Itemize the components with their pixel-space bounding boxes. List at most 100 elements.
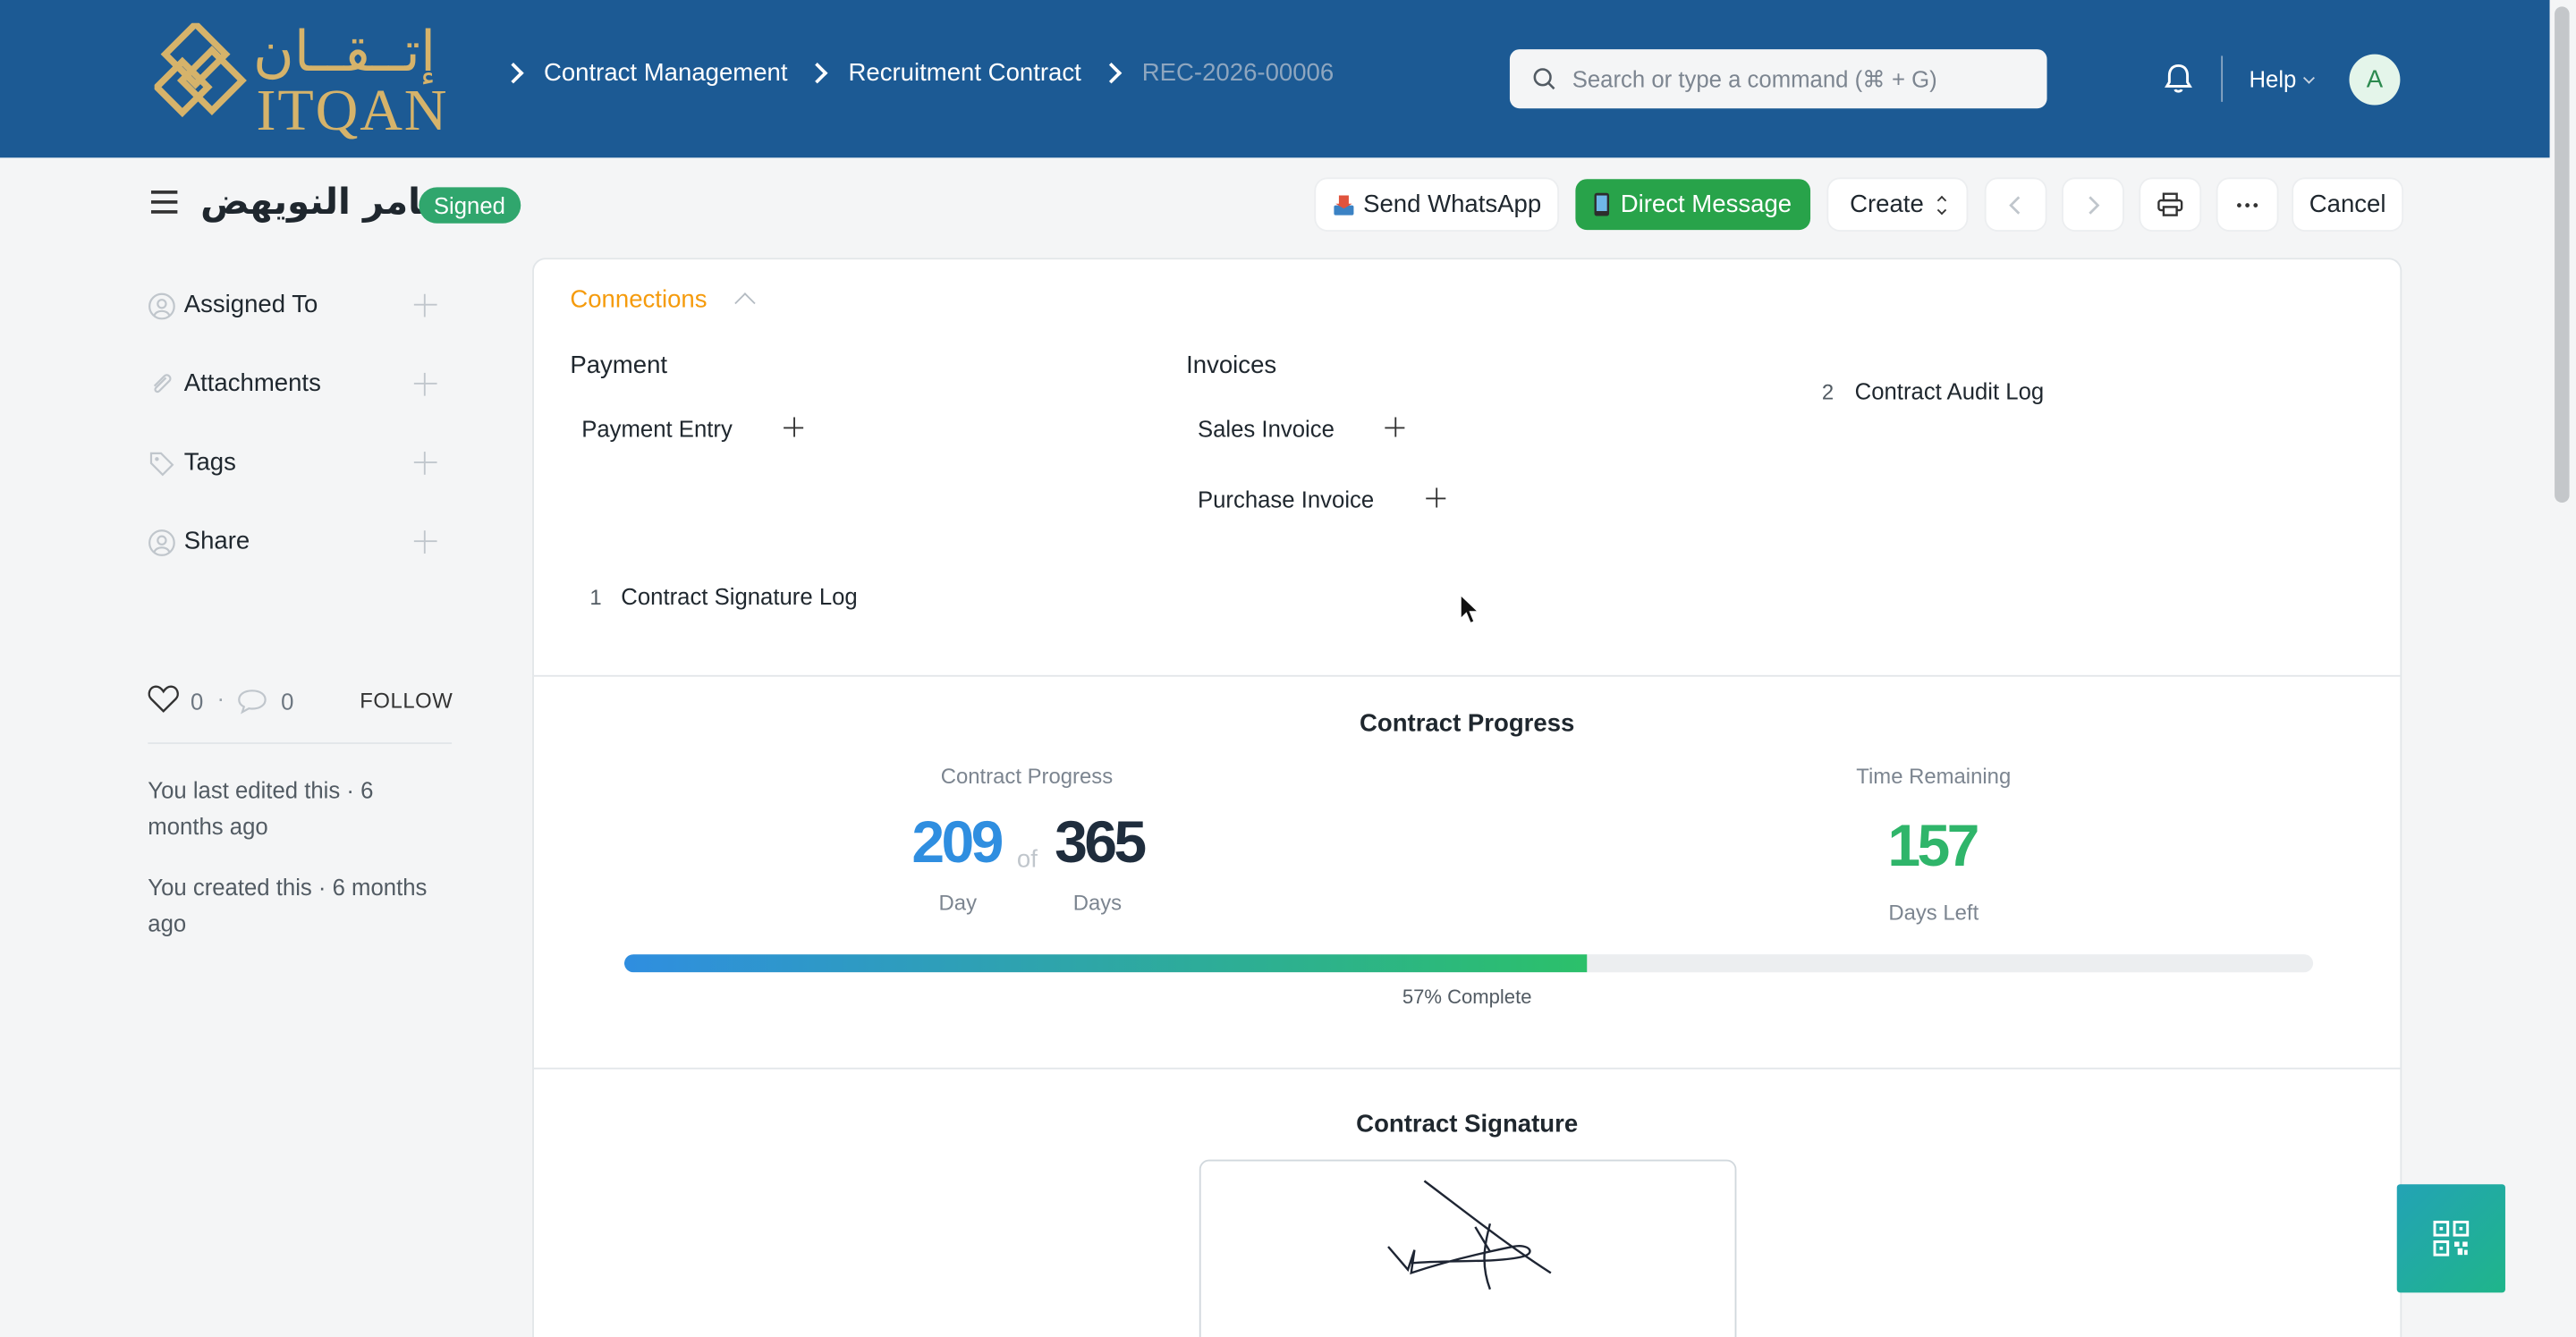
chevron-right-icon — [503, 63, 524, 84]
section-divider — [533, 1067, 2401, 1070]
qr-code-icon — [2433, 1220, 2470, 1257]
sidebar-item-label: Attachments — [183, 369, 321, 398]
inbox-tray-icon — [1334, 194, 1354, 215]
chevron-left-icon — [2009, 195, 2021, 214]
contract-signature-title: Contract Signature — [1356, 1110, 1579, 1138]
chevron-down-icon — [2302, 72, 2315, 84]
add-sales-invoice-icon[interactable] — [1385, 417, 1405, 437]
created-text: You created this · 6 months ago — [148, 874, 428, 936]
more-actions-button[interactable] — [2217, 179, 2277, 231]
itqan-logo[interactable]: إتــقــان ITQAN — [151, 20, 470, 143]
avatar[interactable]: A — [2349, 54, 2401, 106]
sidebar-item-attachments[interactable]: Attachments — [148, 368, 444, 403]
time-remaining-label: Time Remaining — [1856, 764, 2012, 789]
paperclip-icon — [153, 374, 172, 393]
navbar: إتــقــان ITQAN Contract Management Recr… — [0, 0, 2550, 158]
breadcrumb-current-doc: REC-2026-00006 — [1141, 59, 1335, 88]
payment-group-title: Payment — [570, 351, 668, 380]
help-menu[interactable]: Help — [2249, 65, 2315, 92]
contract-progress-fill — [623, 954, 1588, 973]
connections-title[interactable]: Connections — [570, 286, 707, 314]
help-label: Help — [2249, 65, 2297, 92]
comment-icon[interactable] — [236, 689, 267, 715]
sidebar-toggle-icon[interactable] — [150, 190, 178, 216]
bell-icon[interactable] — [2162, 63, 2195, 96]
sidebar-item-share[interactable]: Share — [148, 526, 444, 562]
send-whatsapp-label: Send WhatsApp — [1363, 190, 1542, 219]
print-button[interactable] — [2140, 179, 2200, 231]
direct-message-label: Direct Message — [1620, 190, 1792, 219]
navbar-divider — [2221, 55, 2224, 102]
add-purchase-invoice-icon[interactable] — [1426, 487, 1446, 508]
mouse-cursor-icon — [1459, 593, 1481, 625]
total-days-value: 365 — [1055, 808, 1147, 876]
signature-log-count: 1 — [589, 584, 602, 610]
mobile-phone-icon — [1595, 192, 1610, 216]
of-label: of — [1016, 845, 1038, 875]
contract-signature-log-link[interactable]: Contract Signature Log — [621, 583, 857, 609]
add-tag-plus-icon[interactable] — [413, 452, 437, 475]
purchase-invoice-link[interactable]: Purchase Invoice — [1198, 487, 1374, 512]
logo-knot-icon — [154, 22, 247, 118]
user-icon — [148, 292, 175, 320]
follow-button[interactable]: FOLLOW — [360, 689, 453, 714]
contract-progress-bar — [623, 954, 2314, 973]
sidebar-divider — [148, 742, 453, 744]
day-unit-label: Day — [938, 890, 978, 915]
stats-dot-separator: · — [216, 684, 225, 712]
create-dropdown[interactable]: Create — [1828, 179, 1967, 231]
audit-log-count: 2 — [1821, 379, 1835, 404]
sidebar-item-label: Share — [183, 527, 250, 555]
days-left-value: 157 — [1887, 811, 1979, 879]
contract-progress-title: Contract Progress — [1359, 709, 1575, 738]
previous-doc-button[interactable] — [1986, 179, 2046, 231]
current-day-value: 209 — [911, 808, 1004, 876]
like-count: 0 — [191, 688, 204, 715]
search-icon — [1533, 68, 1555, 90]
breadcrumb-contract-management[interactable]: Contract Management — [544, 59, 788, 87]
chevron-right-icon — [1101, 63, 1123, 84]
sidebar-item-label: Assigned To — [183, 291, 318, 319]
page-scrollbar[interactable] — [2555, 6, 2570, 503]
select-arrows-icon — [1936, 194, 1947, 215]
page-title: ثامر النويهض — [200, 182, 436, 224]
days-unit-label: Days — [1072, 890, 1123, 915]
chevron-right-icon — [2089, 195, 2100, 214]
heart-icon[interactable] — [148, 685, 179, 713]
sidebar-item-tags[interactable]: Tags — [148, 447, 444, 483]
chevron-right-icon — [807, 63, 829, 84]
add-attachment-plus-icon[interactable] — [413, 372, 437, 396]
invoices-group-title: Invoices — [1186, 351, 1277, 380]
next-doc-button[interactable] — [2063, 179, 2123, 231]
breadcrumb-recruitment-contract[interactable]: Recruitment Contract — [849, 59, 1081, 87]
add-assignee-plus-icon[interactable] — [413, 293, 437, 317]
percent-complete-label: 57% Complete — [1402, 985, 1532, 1009]
chevron-up-icon[interactable] — [734, 292, 756, 314]
printer-icon — [2157, 192, 2183, 216]
comment-count: 0 — [281, 688, 294, 715]
sidebar-item-label: Tags — [183, 448, 236, 477]
direct-message-button[interactable]: Direct Message — [1575, 179, 1811, 231]
breadcrumb: Contract Management Recruitment Contract… — [493, 59, 1334, 87]
qr-code-button[interactable] — [2396, 1184, 2505, 1293]
signature-image — [1387, 1180, 1552, 1290]
cancel-button[interactable]: Cancel — [2293, 179, 2402, 231]
main-content-card: Connections Payment Payment Entry Invoic… — [532, 258, 2402, 1337]
contract-audit-log-link[interactable]: Contract Audit Log — [1855, 377, 2045, 403]
share-user-icon — [148, 529, 175, 556]
add-payment-entry-icon[interactable] — [784, 417, 804, 437]
add-share-plus-icon[interactable] — [413, 530, 437, 554]
last-edited-text: You last edited this · 6 months ago — [148, 776, 374, 840]
logo-latin-text: ITQAN — [256, 77, 449, 143]
days-left-unit-label: Days Left — [1888, 900, 1979, 926]
signature-box — [1199, 1159, 1737, 1337]
payment-entry-link[interactable]: Payment Entry — [581, 416, 733, 442]
status-badge: Signed — [419, 187, 521, 224]
search-input[interactable] — [1572, 65, 2032, 92]
contract-progress-label: Contract Progress — [940, 764, 1114, 789]
sales-invoice-link[interactable]: Sales Invoice — [1198, 416, 1335, 442]
send-whatsapp-button[interactable]: Send WhatsApp — [1316, 179, 1558, 231]
sidebar-item-assigned-to[interactable]: Assigned To — [148, 289, 444, 325]
ellipsis-icon — [2237, 202, 2258, 207]
tag-icon — [149, 452, 174, 477]
